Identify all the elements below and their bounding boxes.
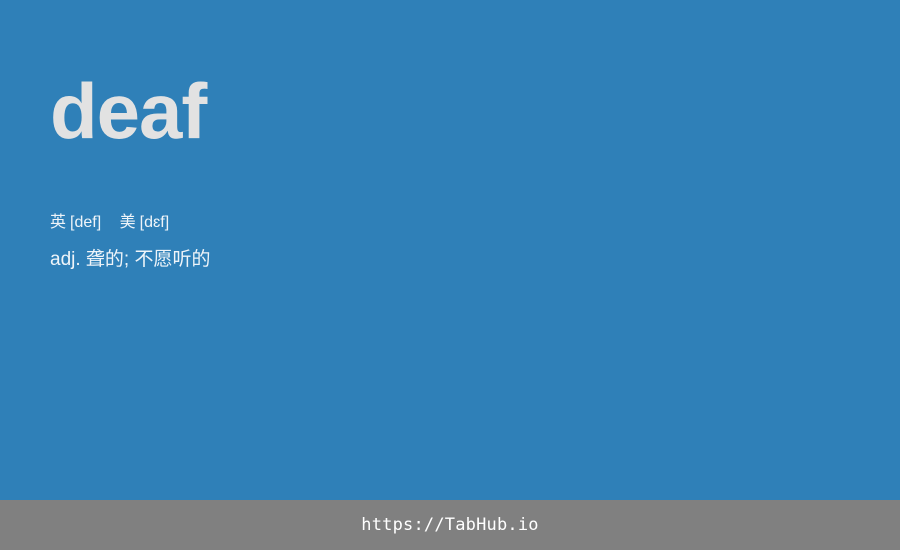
footer-bar: https://TabHub.io: [0, 500, 900, 550]
phonetic-us: 美 [dɛf]: [120, 212, 170, 234]
definition: adj. 聋的; 不愿听的: [50, 249, 211, 270]
phonetic-uk-ipa: [def]: [70, 214, 102, 231]
phonetic-uk: 英 [def]: [50, 212, 101, 234]
phonetic-us-ipa: [dɛf]: [139, 214, 170, 231]
headword: deaf: [50, 67, 207, 155]
phonetics: 英 [def] 美 [dɛf]: [50, 212, 169, 234]
phonetic-uk-region: 英: [50, 214, 67, 231]
word-card: deaf 英 [def] 美 [dɛf] adj. 聋的; 不愿听的: [0, 0, 900, 500]
footer-link[interactable]: https://TabHub.io: [361, 515, 538, 535]
phonetic-us-region: 美: [119, 214, 136, 231]
